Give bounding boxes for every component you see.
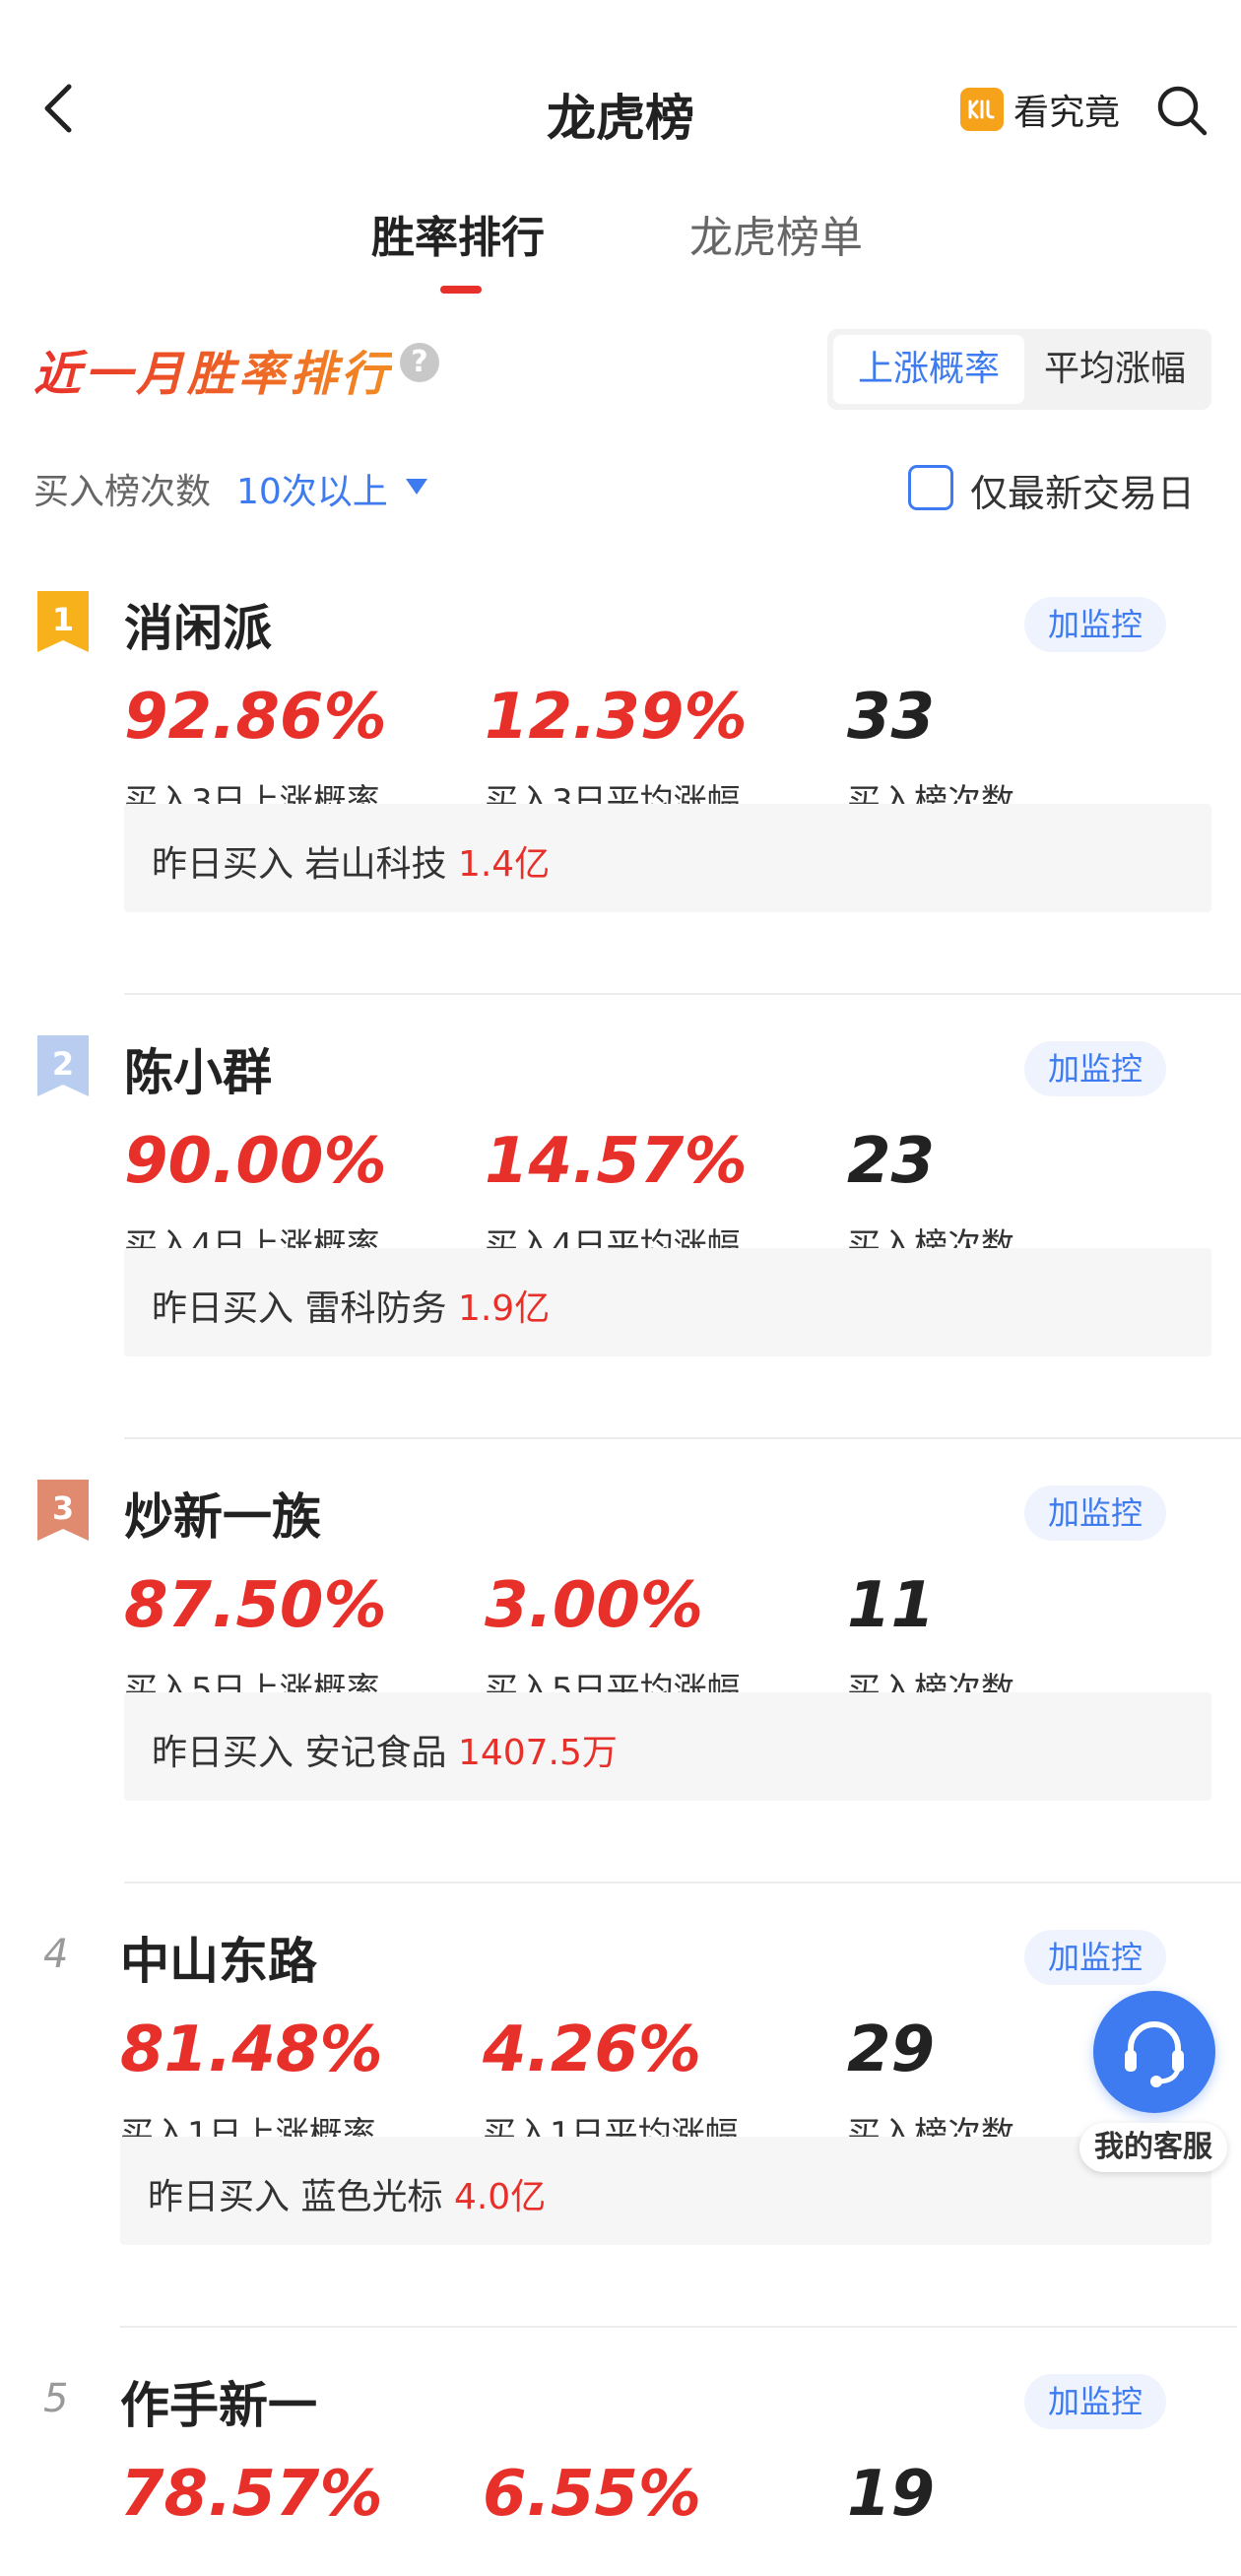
yesterday-buy-row[interactable]: 昨日买入 岩山科技 1.4亿 — [124, 804, 1211, 912]
average-gain-value: 3.00% — [485, 1569, 704, 1642]
average-gain-stat: 12.39% 买入3日平均涨幅 — [485, 686, 748, 823]
yesterday-buy-stock: 安记食品 — [304, 1733, 447, 1773]
trader-card[interactable]: 4 中山东路 加监控 81.48% 买入1日上涨概率 4.26% 买入1日平均涨… — [0, 1922, 1241, 2367]
rise-probability-value: 87.50% — [124, 1569, 387, 1642]
buy-count-value: 11 — [847, 1569, 936, 1642]
divider — [120, 2326, 1237, 2328]
trader-card[interactable]: 3 炒新一族 加监控 87.50% 买入5日上涨概率 3.00% 买入5日平均涨… — [0, 1478, 1241, 1923]
tab-win-rate-ranking[interactable]: 胜率排行 — [371, 202, 545, 265]
buy-count-value: 19 — [847, 2458, 936, 2531]
buy-count-stat: 11 买入榜次数 — [847, 1574, 1014, 1711]
kanjiujing-label: 看究竟 — [1013, 93, 1121, 133]
trader-card[interactable]: 5 作手新一 加监控 78.57% 6.55% 19 — [0, 2366, 1241, 2576]
rank-number: 2 — [52, 1045, 74, 1083]
divider — [124, 1882, 1241, 1883]
yesterday-buy-prefix: 昨日买入 — [152, 844, 294, 885]
rise-probability-stat: 87.50% 买入5日上涨概率 — [124, 1574, 387, 1711]
average-gain-value: 6.55% — [483, 2458, 702, 2531]
rise-probability-stat: 92.86% 买入3日上涨概率 — [124, 686, 387, 823]
average-gain-stat: 14.57% 买入4日平均涨幅 — [485, 1130, 748, 1267]
buy-count-stat: 19 — [847, 2463, 935, 2526]
headset-icon — [1125, 2021, 1184, 2087]
rise-probability-stat: 81.48% 买入1日上涨概率 — [120, 2018, 383, 2155]
latest-day-label[interactable]: 仅最新交易日 — [970, 463, 1195, 517]
add-monitor-button[interactable]: 加监控 — [1024, 1486, 1166, 1541]
buy-count-value: 23 — [847, 1125, 936, 1198]
rank-number: 1 — [52, 601, 74, 638]
kanjiujing-logo-icon — [960, 88, 1004, 131]
yesterday-buy-amount: 1.4亿 — [457, 844, 551, 885]
trader-name[interactable]: 中山东路 — [120, 1922, 317, 1993]
average-gain-value: 14.57% — [485, 1125, 748, 1198]
rise-probability-stat: 78.57% — [120, 2463, 383, 2526]
buy-count-stat: 29 买入榜次数 — [847, 2018, 1014, 2155]
buy-count-stat: 33 买入榜次数 — [847, 686, 1014, 823]
customer-service-button[interactable]: 我的客服 — [1079, 1985, 1227, 2172]
yesterday-buy-stock: 蓝色光标 — [300, 2177, 443, 2217]
yesterday-buy-stock: 岩山科技 — [304, 844, 447, 885]
yesterday-buy-prefix: 昨日买入 — [148, 2177, 291, 2217]
toggle-rise-probability[interactable]: 上涨概率 — [833, 335, 1024, 404]
average-gain-value: 4.26% — [483, 2014, 702, 2086]
trader-card[interactable]: 1 消闲派 加监控 92.86% 买入3日上涨概率 12.39% 买入3日平均涨… — [0, 589, 1241, 1034]
add-monitor-button[interactable]: 加监控 — [1024, 1041, 1166, 1096]
trader-card[interactable]: 2 陈小群 加监控 90.00% 买入4日上涨概率 14.57% 买入4日平均涨… — [0, 1033, 1241, 1479]
trader-name[interactable]: 消闲派 — [124, 589, 272, 660]
rank-number: 3 — [52, 1489, 74, 1527]
yesterday-buy-prefix: 昨日买入 — [152, 1288, 294, 1329]
trader-name[interactable]: 作手新一 — [120, 2366, 317, 2437]
section-title: 近一月胜率排行 — [33, 335, 392, 404]
add-monitor-button[interactable]: 加监控 — [1024, 597, 1166, 652]
divider — [124, 993, 1241, 995]
yesterday-buy-row[interactable]: 昨日买入 雷科防务 1.9亿 — [124, 1248, 1211, 1356]
average-gain-stat: 6.55% — [483, 2463, 701, 2526]
kanjiujing-button[interactable]: 看究竟 — [960, 85, 1120, 134]
add-monitor-button[interactable]: 加监控 — [1024, 1930, 1166, 1985]
tab-dragon-tiger-list[interactable]: 龙虎榜单 — [689, 202, 863, 265]
toggle-average-gain[interactable]: 平均涨幅 — [1024, 335, 1206, 404]
metric-toggle: 上涨概率 平均涨幅 — [827, 329, 1211, 410]
rise-probability-value: 90.00% — [124, 1125, 387, 1198]
average-gain-value: 12.39% — [485, 681, 748, 754]
yesterday-buy-amount: 4.0亿 — [453, 2177, 547, 2217]
yesterday-buy-amount: 1407.5万 — [457, 1733, 618, 1773]
buy-count-stat: 23 买入榜次数 — [847, 1130, 1014, 1267]
filter-label: 买入榜次数 — [33, 472, 212, 512]
yesterday-buy-amount: 1.9亿 — [457, 1288, 551, 1329]
tab-bar: 胜率排行 龙虎榜单 — [0, 202, 1241, 300]
gold-medal-icon: 1 — [37, 591, 89, 652]
rise-probability-stat: 90.00% 买入4日上涨概率 — [124, 1130, 387, 1267]
latest-day-checkbox[interactable] — [908, 465, 953, 510]
silver-medal-icon: 2 — [37, 1035, 89, 1096]
filter-dropdown[interactable]: 10次以上 — [236, 463, 388, 514]
customer-service-label: 我的客服 — [1079, 2123, 1227, 2172]
trader-name[interactable]: 炒新一族 — [124, 1478, 321, 1549]
yesterday-buy-prefix: 昨日买入 — [152, 1733, 294, 1773]
rise-probability-value: 92.86% — [124, 681, 387, 754]
active-tab-indicator — [440, 286, 482, 294]
rise-probability-value: 81.48% — [120, 2014, 383, 2086]
buy-count-value: 29 — [847, 2014, 936, 2086]
buy-count-value: 33 — [847, 681, 936, 754]
rise-probability-value: 78.57% — [120, 2458, 383, 2531]
trader-name[interactable]: 陈小群 — [124, 1033, 272, 1104]
add-monitor-button[interactable]: 加监控 — [1024, 2374, 1166, 2429]
divider — [124, 1437, 1241, 1439]
search-icon[interactable] — [1154, 83, 1209, 138]
rank-number: 4 — [43, 1932, 69, 1977]
average-gain-stat: 4.26% 买入1日平均涨幅 — [483, 2018, 739, 2155]
yesterday-buy-stock: 雷科防务 — [304, 1288, 447, 1329]
caret-down-icon[interactable] — [406, 479, 427, 495]
top-bar: 龙虎榜 看究竟 — [0, 0, 1241, 197]
yesterday-buy-row[interactable]: 昨日买入 蓝色光标 4.0亿 — [120, 2137, 1211, 2245]
yesterday-buy-row[interactable]: 昨日买入 安记食品 1407.5万 — [124, 1692, 1211, 1801]
average-gain-stat: 3.00% 买入5日平均涨幅 — [485, 1574, 741, 1711]
bronze-medal-icon: 3 — [37, 1480, 89, 1541]
rank-number: 5 — [43, 2376, 69, 2421]
help-icon[interactable]: ? — [400, 343, 439, 382]
